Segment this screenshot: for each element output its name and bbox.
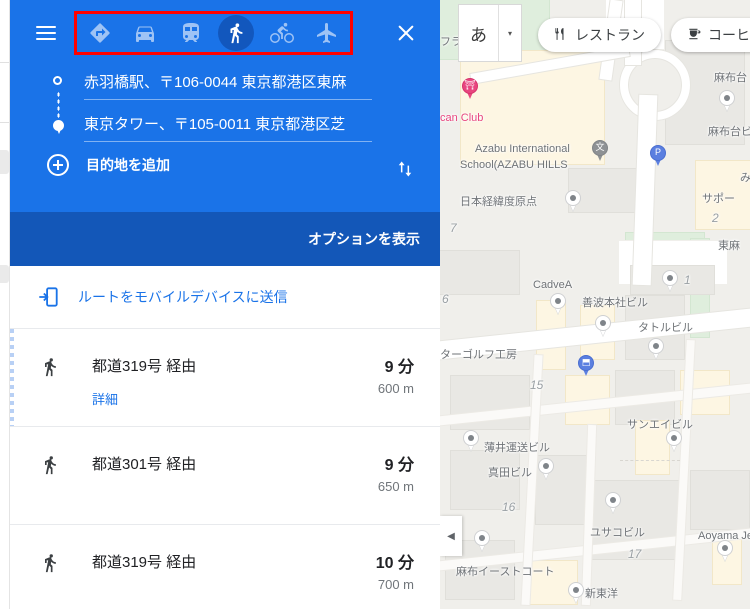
map-canvas[interactable]: フラ can Club Azabu International School(AZAB…: [440, 0, 750, 609]
chip-coffee[interactable]: コーヒー: [671, 18, 750, 52]
map-parcel: [695, 160, 750, 230]
add-destination-label: 目的地を追加: [86, 157, 170, 173]
options-bar: オプションを表示: [10, 212, 440, 266]
restaurant-icon: [554, 27, 568, 43]
map-poi-pin[interactable]: [474, 530, 490, 552]
panel-topbar: [10, 0, 440, 66]
directions-header: 赤羽橋駅、〒106-0044 東京都港区東麻 東京タワー、〒105-0011 東…: [10, 0, 440, 212]
route-name: 都道301号 経由: [92, 456, 197, 473]
plus-circle-icon: [47, 154, 69, 176]
close-icon[interactable]: [394, 21, 418, 45]
map-poi-pin[interactable]: [538, 458, 554, 480]
map-parcel: [690, 470, 750, 530]
route-distance: 650 m: [377, 479, 414, 494]
travel-mode-tabs: [74, 11, 353, 55]
map-parcel: [450, 450, 520, 510]
map-poi-pin[interactable]: ⬒: [578, 355, 594, 377]
map-poi-pin[interactable]: [662, 270, 678, 292]
map-poi-pin[interactable]: [605, 492, 621, 514]
map-collapse-button[interactable]: ◀: [440, 516, 462, 556]
travel-mode-transit[interactable]: [173, 15, 209, 51]
ime-indicator[interactable]: あ ▾: [458, 4, 522, 62]
travel-mode-cycling[interactable]: [264, 15, 300, 51]
send-to-phone-label: ルートをモバイルデバイスに送信: [78, 289, 288, 305]
origin-field[interactable]: 赤羽橋駅、〒106-0044 東京都港区東麻: [84, 66, 372, 100]
map-poi-pin[interactable]: [717, 540, 733, 562]
chip-label: レストラン: [575, 27, 645, 43]
destination-pin-icon: [53, 120, 64, 135]
coffee-icon: [687, 27, 701, 43]
send-to-phone-row[interactable]: ルートをモバイルデバイスに送信: [10, 266, 440, 329]
chip-label: コーヒー: [708, 27, 750, 43]
origin-dot-icon: [53, 76, 62, 85]
car-icon: [136, 26, 155, 42]
map-poi-pin[interactable]: [719, 90, 735, 112]
map-poi-pin[interactable]: [595, 315, 611, 337]
map-poi-pin[interactable]: [463, 430, 479, 452]
gutter-divider: [0, 62, 9, 63]
route-option[interactable]: 都道319号 経由 詳細 9 分 600 m: [10, 329, 440, 427]
gutter-tile: [0, 150, 9, 174]
send-to-phone-icon: [37, 286, 59, 308]
gutter-divider: [0, 122, 9, 123]
route-details-link[interactable]: 詳細: [92, 389, 118, 408]
waypoint-rail: [52, 76, 64, 138]
chip-restaurant[interactable]: レストラン: [538, 18, 661, 52]
browser-left-gutter: [0, 0, 10, 609]
origin-value: 赤羽橋駅、〒106-0044 東京都港区東麻: [84, 73, 347, 91]
walk-icon: [40, 551, 60, 575]
add-destination-button[interactable]: 目的地を追加: [10, 154, 440, 176]
route-duration: 9 分: [384, 457, 414, 474]
map-poi-pin[interactable]: P: [650, 145, 666, 167]
map-parcel: [440, 250, 520, 295]
map-poi-pin[interactable]: [565, 190, 581, 212]
route-option[interactable]: 都道301号 経由 9 分 650 m: [10, 427, 440, 525]
walk-icon: [40, 453, 60, 477]
travel-mode-best[interactable]: [82, 15, 118, 51]
transit-icon: [182, 23, 199, 42]
route-list: 都道319号 経由 詳細 9 分 600 m 都道301号 経由 9 分 650 m 都道31…: [10, 329, 440, 609]
chevron-down-icon[interactable]: ▾: [499, 29, 521, 38]
map-poi-pin[interactable]: 文: [592, 140, 608, 162]
map-poi-pin[interactable]: [648, 338, 664, 360]
ime-mode: あ: [470, 25, 487, 45]
route-name: 都道319号 経由: [92, 554, 197, 571]
route-duration: 10 分: [375, 555, 414, 572]
destination-field[interactable]: 東京タワー、〒105-0011 東京都港区芝: [84, 108, 372, 142]
swap-button[interactable]: [392, 154, 418, 184]
route-distance: 600 m: [377, 381, 414, 396]
walk-icon: [40, 355, 60, 379]
route-option[interactable]: 都道319号 経由 10 分 700 m: [10, 525, 440, 609]
travel-mode-flights[interactable]: [309, 15, 345, 51]
maps-app: フラ can Club Azabu International School(AZAB…: [0, 0, 750, 609]
swap-arrows-icon: [398, 161, 412, 177]
walk-icon: [230, 23, 243, 44]
menu-icon[interactable]: [36, 26, 56, 40]
map-poi-pin[interactable]: [666, 430, 682, 452]
route-distance: 700 m: [377, 577, 414, 592]
address-block: 赤羽橋駅、〒106-0044 東京都港区東麻 東京タワー、〒105-0011 東…: [10, 66, 440, 177]
map-parcel: [635, 420, 670, 475]
travel-mode-driving[interactable]: [127, 15, 163, 51]
map-path: [620, 460, 680, 462]
directions-icon: [90, 23, 110, 43]
route-duration: 9 分: [384, 359, 414, 376]
destination-value: 東京タワー、〒105-0011 東京都港区芝: [84, 115, 346, 133]
directions-panel: 赤羽橋駅、〒106-0044 東京都港区東麻 東京タワー、〒105-0011 東…: [10, 0, 440, 609]
map-poi-pin[interactable]: [550, 293, 566, 315]
map-poi-pin[interactable]: [568, 582, 584, 604]
gutter-tile: [0, 265, 9, 283]
bicycle-icon: [269, 22, 294, 43]
route-dots-icon: [57, 91, 60, 119]
route-name: 都道319号 経由: [92, 358, 197, 375]
airplane-icon: [316, 23, 336, 43]
map-poi-pin[interactable]: ⛩: [462, 78, 478, 100]
show-options-button[interactable]: オプションを表示: [308, 229, 420, 249]
travel-mode-walking[interactable]: [218, 15, 255, 51]
